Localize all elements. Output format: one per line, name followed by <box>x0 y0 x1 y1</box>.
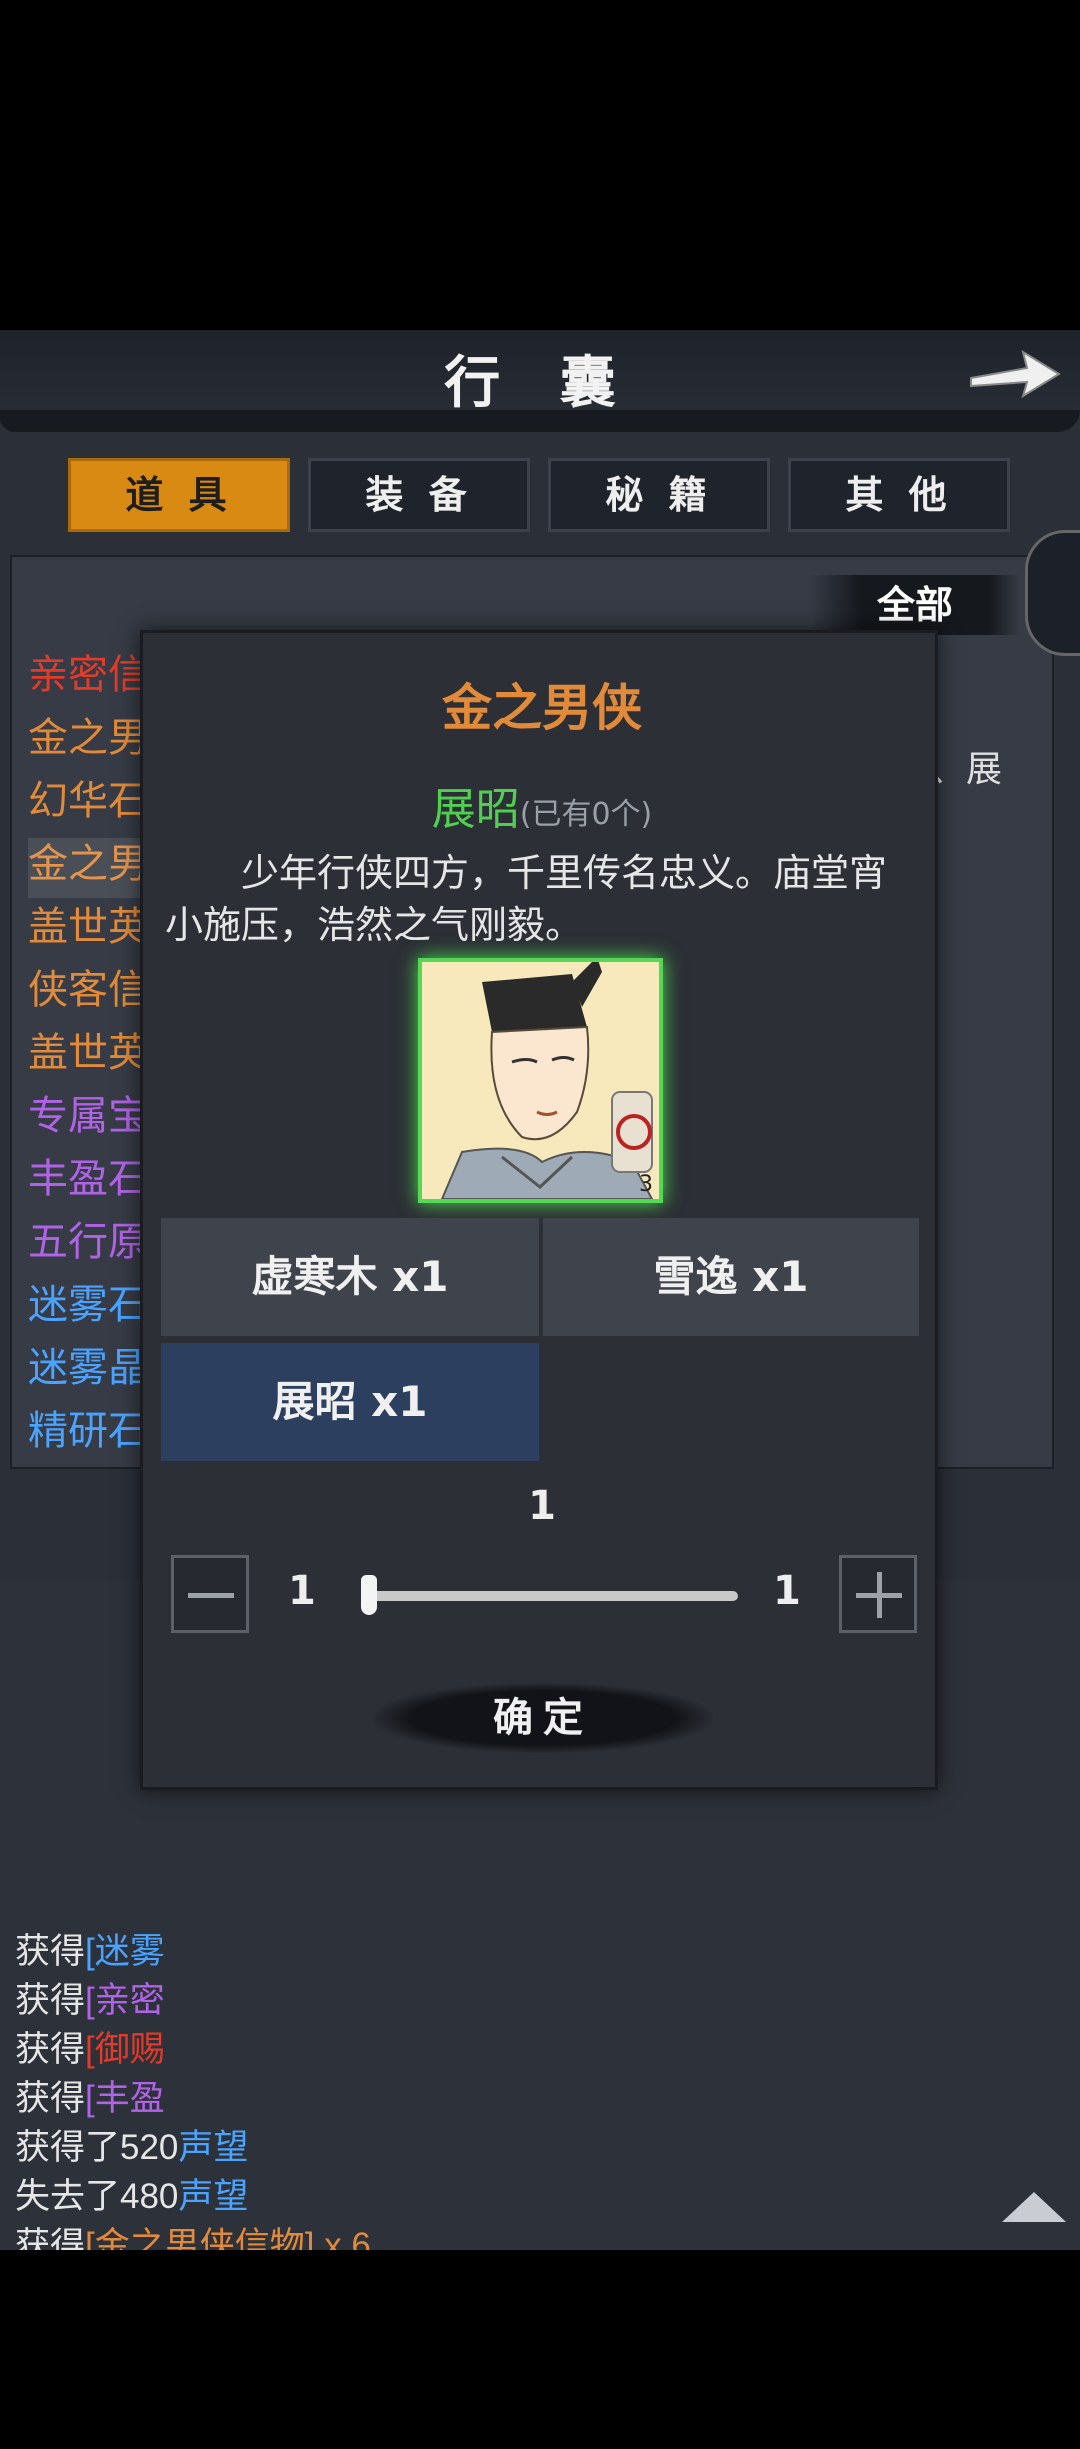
list-item[interactable]: 五行原 <box>28 1213 158 1271</box>
list-item[interactable]: 精研石 <box>28 1402 158 1460</box>
list-item[interactable]: 盖世英 <box>28 1024 158 1082</box>
confirm-button[interactable]: 确定 <box>373 1683 713 1753</box>
tab-equipment[interactable]: 装 备 <box>308 458 530 532</box>
page-title: 行 囊 <box>444 350 636 416</box>
increase-button[interactable] <box>839 1555 917 1633</box>
log-suffix: x 6 <box>314 2226 371 2250</box>
log-line: 获得[丰盈 <box>15 2075 165 2123</box>
reward-option-3[interactable]: 展昭 x1 <box>161 1343 539 1461</box>
filter-dropdown[interactable]: 全部 <box>810 575 1020 635</box>
list-item[interactable]: 金之男 <box>28 709 158 767</box>
list-item[interactable]: 侠客信 <box>28 961 158 1019</box>
log-line: 获得[亲密 <box>15 1977 165 2025</box>
log-item: [金之男侠信物] <box>85 2226 315 2250</box>
hero-portrait[interactable]: 3 <box>418 958 663 1203</box>
log-line: 获得[御赐 <box>15 2026 165 2074</box>
item-detail-dialog: 金之男侠 展昭(已有0个) 少年行侠四方，千里传名忠义。庙堂宵小施压，浩然之气刚… <box>140 630 938 1790</box>
plus-icon-v <box>877 1572 882 1618</box>
list-item[interactable]: 亲密信 <box>28 646 158 704</box>
list-item[interactable]: 幻华石 <box>28 772 158 830</box>
tab-other[interactable]: 其 他 <box>788 458 1010 532</box>
log-item: [迷雾 <box>85 1932 165 1971</box>
log-item: [御赐 <box>85 2030 165 2069</box>
quantity-value: 1 <box>528 1483 556 1529</box>
list-item[interactable]: 专属宝 <box>28 1087 158 1145</box>
list-item[interactable]: 迷雾晶 <box>28 1339 158 1397</box>
reward-option-1[interactable]: 虚寒木 x1 <box>161 1218 539 1336</box>
log-item: [丰盈 <box>85 2079 165 2118</box>
log-line: 失去了480声望 <box>15 2173 248 2221</box>
list-item[interactable]: 迷雾石 <box>28 1276 158 1334</box>
log-prefix: 获得 <box>15 2079 86 2118</box>
dialog-title: 金之男侠 <box>442 678 642 737</box>
list-item[interactable]: 盖世英 <box>28 898 158 956</box>
portrait-badge: 3 <box>639 1172 653 1197</box>
slider-handle[interactable] <box>361 1575 377 1615</box>
log-prefix: 获得 <box>15 1981 86 2020</box>
log-prefix: 失去了480 <box>15 2177 179 2216</box>
collapse-log-icon[interactable] <box>1002 2192 1066 2222</box>
tab-items[interactable]: 道 具 <box>68 458 290 532</box>
reward-option-2[interactable]: 雪逸 x1 <box>543 1218 919 1336</box>
quantity-max: 1 <box>773 1568 801 1614</box>
decrease-button[interactable] <box>171 1555 249 1633</box>
quantity-min: 1 <box>288 1568 316 1614</box>
hero-description: 少年行侠四方，千里传名忠义。庙堂宵小施压，浩然之气刚毅。 <box>165 853 888 947</box>
minus-icon <box>188 1593 234 1598</box>
log-item: 声望 <box>178 2177 249 2216</box>
log-line: 获得了520声望 <box>15 2124 248 2172</box>
game-screen: 行 囊 道 具 装 备 秘 籍 其 他 全部 亲密信 金之男 幻华石 金之男 盖世英 侠客… <box>0 330 1080 2250</box>
log-prefix: 获得 <box>15 2030 86 2069</box>
log-prefix: 获得 <box>15 1932 86 1971</box>
hero-name: 展昭 <box>431 785 520 834</box>
log-prefix: 获得 <box>15 2226 86 2250</box>
hero-portrait-illustration <box>422 962 659 1199</box>
list-item[interactable]: 丰盈石 <box>28 1150 158 1208</box>
list-selection-highlight <box>28 838 153 898</box>
log-line: 获得[金之男侠信物] x 6 <box>15 2222 371 2250</box>
hero-name-line: 展昭(已有0个) <box>143 773 941 837</box>
log-line: 获得[迷雾 <box>15 1928 165 1976</box>
right-arrow-icon[interactable] <box>965 338 1065 410</box>
log-item: 声望 <box>178 2128 249 2167</box>
side-scroll-decoration <box>1025 530 1080 656</box>
log-prefix: 获得了520 <box>15 2128 179 2167</box>
log-item: [亲密 <box>85 1981 165 2020</box>
tab-manuals[interactable]: 秘 籍 <box>548 458 770 532</box>
owned-count: (已有0个) <box>519 797 653 832</box>
quantity-slider[interactable] <box>368 1591 738 1601</box>
